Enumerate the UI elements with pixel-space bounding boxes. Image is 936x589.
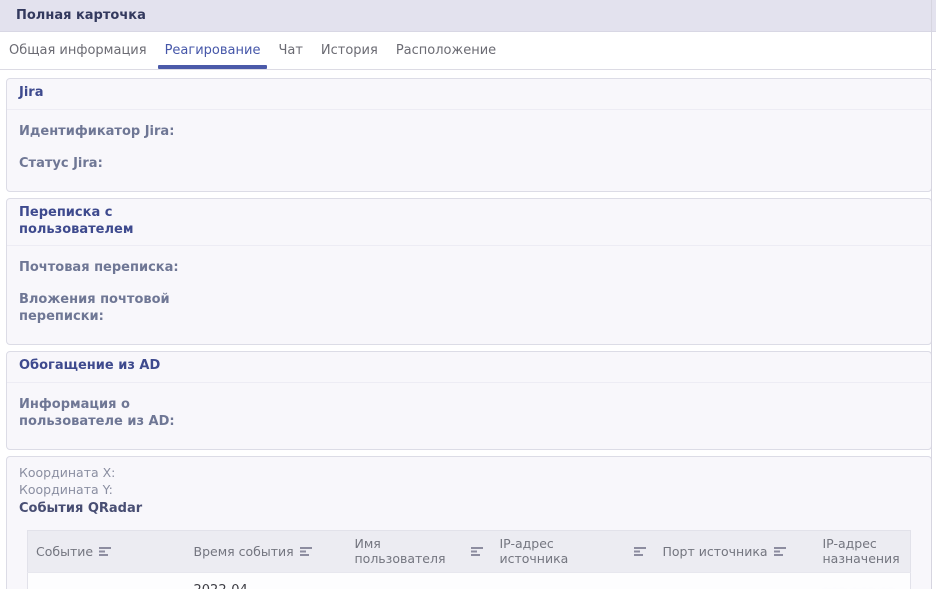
section-ad-enrichment-body: Информация о пользователе из AD: xyxy=(7,383,931,449)
table-row[interactable]: service started 2022-04-14T16:05:51.000+… xyxy=(28,573,911,589)
column-header-event-time[interactable]: Время события xyxy=(186,530,347,572)
cell-source-port: 35099 xyxy=(655,573,815,589)
section-jira: Jira Идентификатор Jira: Статус Jira: xyxy=(6,78,932,192)
section-qradar-body: Координата X: Координата Y: События QRad… xyxy=(7,457,931,589)
field-jira-id: Идентификатор Jira: xyxy=(19,124,919,141)
cell-event-time: 2022-04-14T16:05:51.000+03:00 xyxy=(186,573,347,589)
cell-source-ip: 192.168.12.46 xyxy=(492,573,655,589)
field-mail-attachments: Вложения почтовой переписки: xyxy=(19,292,919,326)
column-header-destination-ip-label: IP-адрес назначения xyxy=(823,536,903,567)
field-jira-status: Статус Jira: xyxy=(19,156,919,173)
cell-destination-ip: 192.168.12.46 xyxy=(815,573,911,589)
coordinate-x-label: Координата X: xyxy=(19,464,919,481)
titlebar: Полная карточка xyxy=(0,0,936,32)
sort-icon xyxy=(634,546,647,557)
tab-location[interactable]: Расположение xyxy=(387,32,505,69)
response-tab-content: Jira Идентификатор Jira: Статус Jira: Пе… xyxy=(0,70,936,589)
section-user-correspondence-body: Почтовая переписка: Вложения почтовой пе… xyxy=(7,246,931,344)
tab-chat[interactable]: Чат xyxy=(269,32,311,69)
field-mail-correspondence-label: Почтовая переписка: xyxy=(19,260,179,277)
field-jira-status-label: Статус Jira: xyxy=(19,156,103,173)
column-header-source-port-label: Порт источника xyxy=(663,544,768,560)
qradar-events-table: Событие Время события xyxy=(27,530,911,589)
sort-icon xyxy=(99,546,112,557)
section-ad-enrichment: Обогащение из AD Информация о пользовате… xyxy=(6,351,932,450)
section-ad-enrichment-header: Обогащение из AD xyxy=(7,352,931,383)
panel-right-edge xyxy=(931,0,932,589)
sort-icon xyxy=(300,546,313,557)
cell-event: service started xyxy=(28,573,186,589)
section-user-correspondence-title: Переписка с пользователем xyxy=(19,205,194,239)
section-user-correspondence: Переписка с пользователем Почтовая переп… xyxy=(6,198,932,345)
tab-bar: Общая информация Реагирование Чат Истори… xyxy=(0,32,936,70)
field-ad-user-info-label: Информация о пользователе из AD: xyxy=(19,397,204,431)
column-header-source-port[interactable]: Порт источника xyxy=(655,530,815,572)
field-ad-user-info: Информация о пользователе из AD: xyxy=(19,397,919,431)
qradar-events-title: События QRadar xyxy=(19,499,919,518)
section-jira-header: Jira xyxy=(7,79,931,110)
tab-history[interactable]: История xyxy=(312,32,387,69)
column-header-destination-ip[interactable]: IP-адрес назначения xyxy=(815,530,911,572)
field-mail-correspondence: Почтовая переписка: xyxy=(19,260,919,277)
section-ad-enrichment-title: Обогащение из AD xyxy=(19,358,160,375)
table-header-row: Событие Время события xyxy=(28,530,911,572)
sort-icon xyxy=(471,546,484,557)
column-header-username-label: Имя пользователя xyxy=(355,536,465,567)
field-jira-id-label: Идентификатор Jira: xyxy=(19,124,174,141)
column-header-event-label: Событие xyxy=(36,544,93,560)
section-jira-title: Jira xyxy=(19,85,43,102)
cell-username xyxy=(347,573,492,589)
page-title: Полная карточка xyxy=(16,8,146,23)
tab-response[interactable]: Реагирование xyxy=(156,32,270,69)
section-user-correspondence-header: Переписка с пользователем xyxy=(7,199,931,247)
field-mail-attachments-label: Вложения почтовой переписки: xyxy=(19,292,204,326)
column-header-username[interactable]: Имя пользователя xyxy=(347,530,492,572)
tab-general-info[interactable]: Общая информация xyxy=(0,32,156,69)
column-header-event[interactable]: Событие xyxy=(28,530,186,572)
column-header-event-time-label: Время события xyxy=(194,544,294,560)
section-jira-body: Идентификатор Jira: Статус Jira: xyxy=(7,110,931,191)
column-header-source-ip-label: IP-адрес источника xyxy=(500,536,582,567)
coordinate-y-label: Координата Y: xyxy=(19,481,919,498)
sort-icon xyxy=(774,546,787,557)
column-header-source-ip[interactable]: IP-адрес источника xyxy=(492,530,655,572)
section-qradar-events: Координата X: Координата Y: События QRad… xyxy=(6,456,932,589)
